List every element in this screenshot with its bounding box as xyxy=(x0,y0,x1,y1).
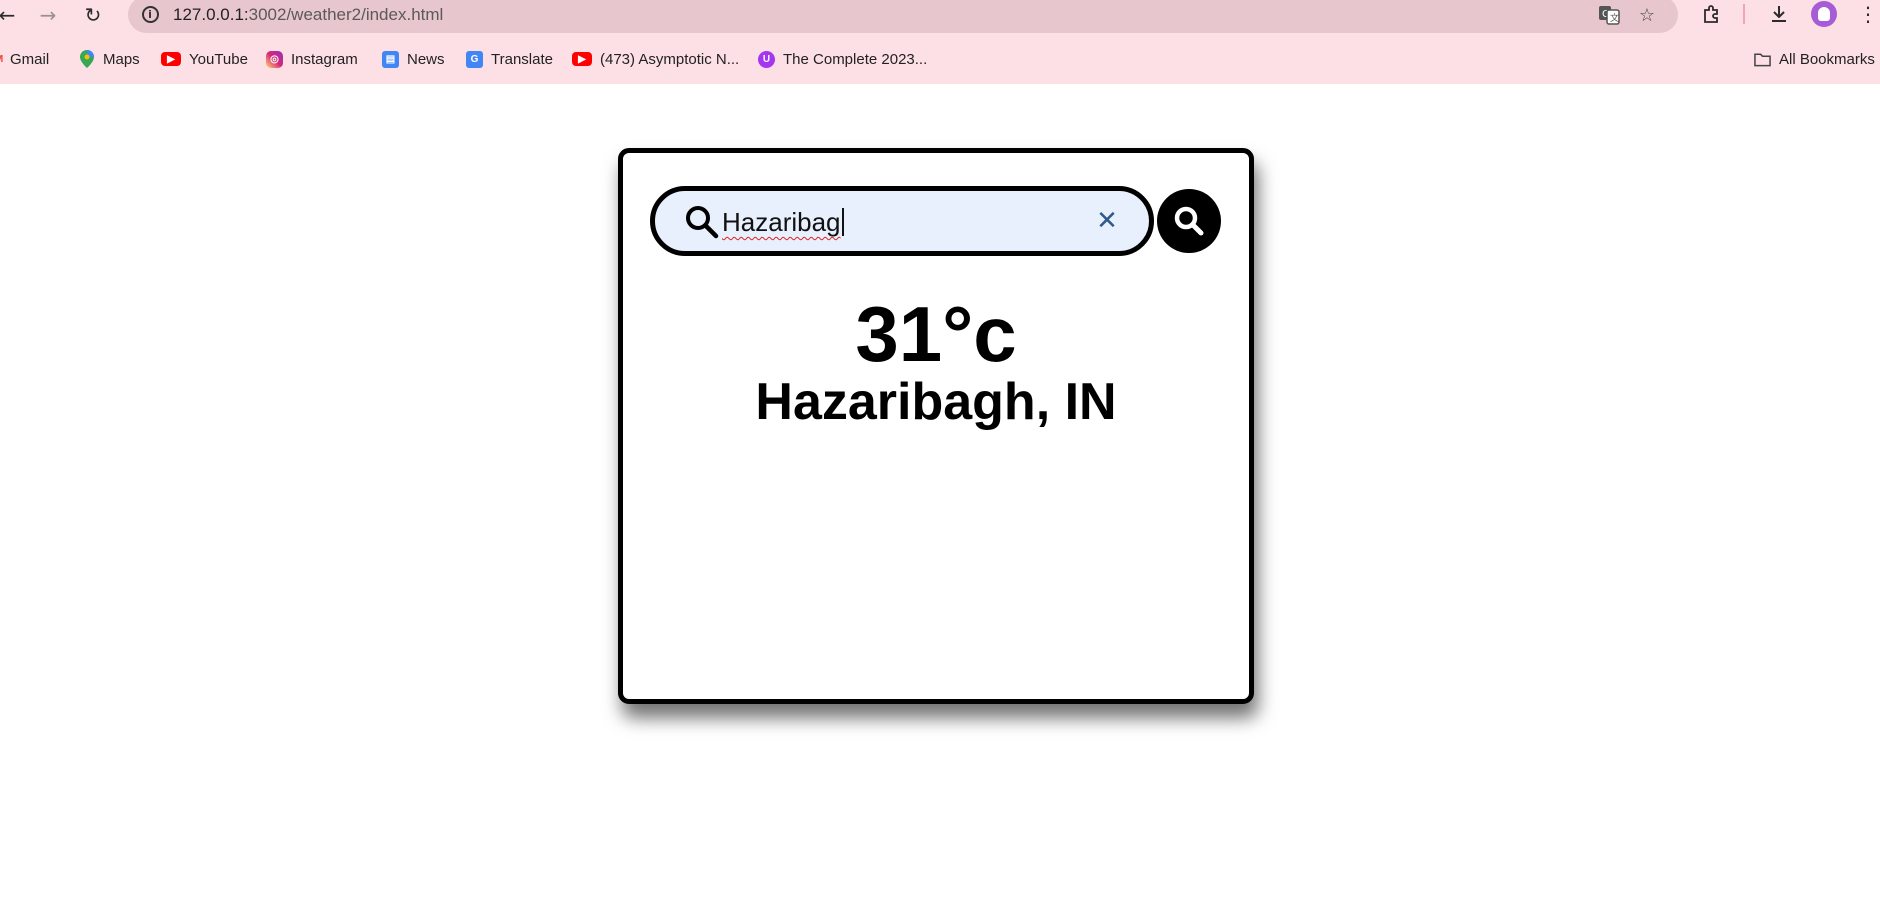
folder-icon xyxy=(1754,51,1771,68)
url-path: 3002/weather2/index.html xyxy=(248,5,444,24)
weather-card: Hazaribag ✕ 31°c Hazaribagh, IN xyxy=(618,148,1254,704)
bookmark-youtube-video[interactable]: ▶ (473) Asymptotic N... xyxy=(572,48,739,70)
bookmark-gmail[interactable]: M Gmail xyxy=(0,48,49,70)
reload-icon[interactable]: ↻ xyxy=(78,2,108,28)
extensions-icon[interactable] xyxy=(1696,0,1728,28)
clear-search-icon[interactable]: ✕ xyxy=(1092,205,1122,237)
bookmark-star-icon[interactable]: ☆ xyxy=(1634,2,1660,28)
gmail-icon: M xyxy=(0,51,4,68)
bookmark-udemy-course[interactable]: U The Complete 2023... xyxy=(758,48,927,70)
bookmark-label: The Complete 2023... xyxy=(783,50,928,68)
address-bar[interactable]: i 127.0.0.1:3002/weather2/index.html G文 … xyxy=(128,0,1678,33)
bookmark-label: Maps xyxy=(103,50,140,68)
bookmark-label: Translate xyxy=(491,50,553,68)
bookmark-label: (473) Asymptotic N... xyxy=(600,50,740,68)
url-host: 127.0.0.1: xyxy=(173,5,249,24)
temperature-display: 31°c xyxy=(855,290,1017,378)
city-search-input[interactable]: Hazaribag ✕ xyxy=(650,186,1154,256)
location-name: Hazaribagh, IN xyxy=(755,373,1117,431)
search-input-value[interactable]: Hazaribag xyxy=(722,207,844,238)
bookmark-label: Instagram xyxy=(291,50,358,68)
youtube-icon: ▶ xyxy=(161,52,181,66)
bookmark-label: News xyxy=(407,50,445,68)
search-icon xyxy=(686,206,719,239)
instagram-icon: ◎ xyxy=(266,50,283,68)
youtube-icon: ▶ xyxy=(572,52,592,66)
bookmarks-bar: M Gmail Maps ▶ YouTube ◎ Instagram ▤ New… xyxy=(0,34,1880,84)
bookmark-news[interactable]: ▤ News xyxy=(382,48,445,70)
bookmark-label: Gmail xyxy=(10,50,50,68)
download-icon[interactable] xyxy=(1763,0,1795,28)
bookmark-translate[interactable]: G Translate xyxy=(466,48,553,70)
browser-toolbar: ← → ↻ i 127.0.0.1:3002/weather2/index.ht… xyxy=(0,0,1880,34)
maps-icon xyxy=(78,50,95,68)
back-arrow-icon[interactable]: ← xyxy=(0,2,22,28)
search-icon xyxy=(1174,206,1204,236)
bookmark-label: YouTube xyxy=(189,50,248,68)
svg-text:文: 文 xyxy=(1610,12,1619,24)
bookmark-maps[interactable]: Maps xyxy=(78,48,140,70)
translate-icon: G xyxy=(466,50,483,68)
more-menu-icon[interactable]: ⋮ xyxy=(1852,0,1880,28)
bookmark-instagram[interactable]: ◎ Instagram xyxy=(266,48,358,70)
udemy-icon: U xyxy=(758,50,775,68)
site-info-icon[interactable]: i xyxy=(138,2,162,26)
profile-avatar[interactable] xyxy=(1811,1,1837,27)
translate-page-icon[interactable]: G文 xyxy=(1596,2,1622,28)
forward-arrow-icon[interactable]: → xyxy=(33,2,63,28)
all-bookmarks-label: All Bookmarks xyxy=(1779,50,1875,68)
all-bookmarks-button[interactable]: All Bookmarks xyxy=(1754,48,1875,70)
news-icon: ▤ xyxy=(382,50,399,68)
search-button[interactable] xyxy=(1157,189,1221,253)
bookmark-youtube[interactable]: ▶ YouTube xyxy=(161,48,248,70)
url-text[interactable]: 127.0.0.1:3002/weather2/index.html xyxy=(173,5,443,25)
toolbar-divider xyxy=(1743,4,1745,24)
